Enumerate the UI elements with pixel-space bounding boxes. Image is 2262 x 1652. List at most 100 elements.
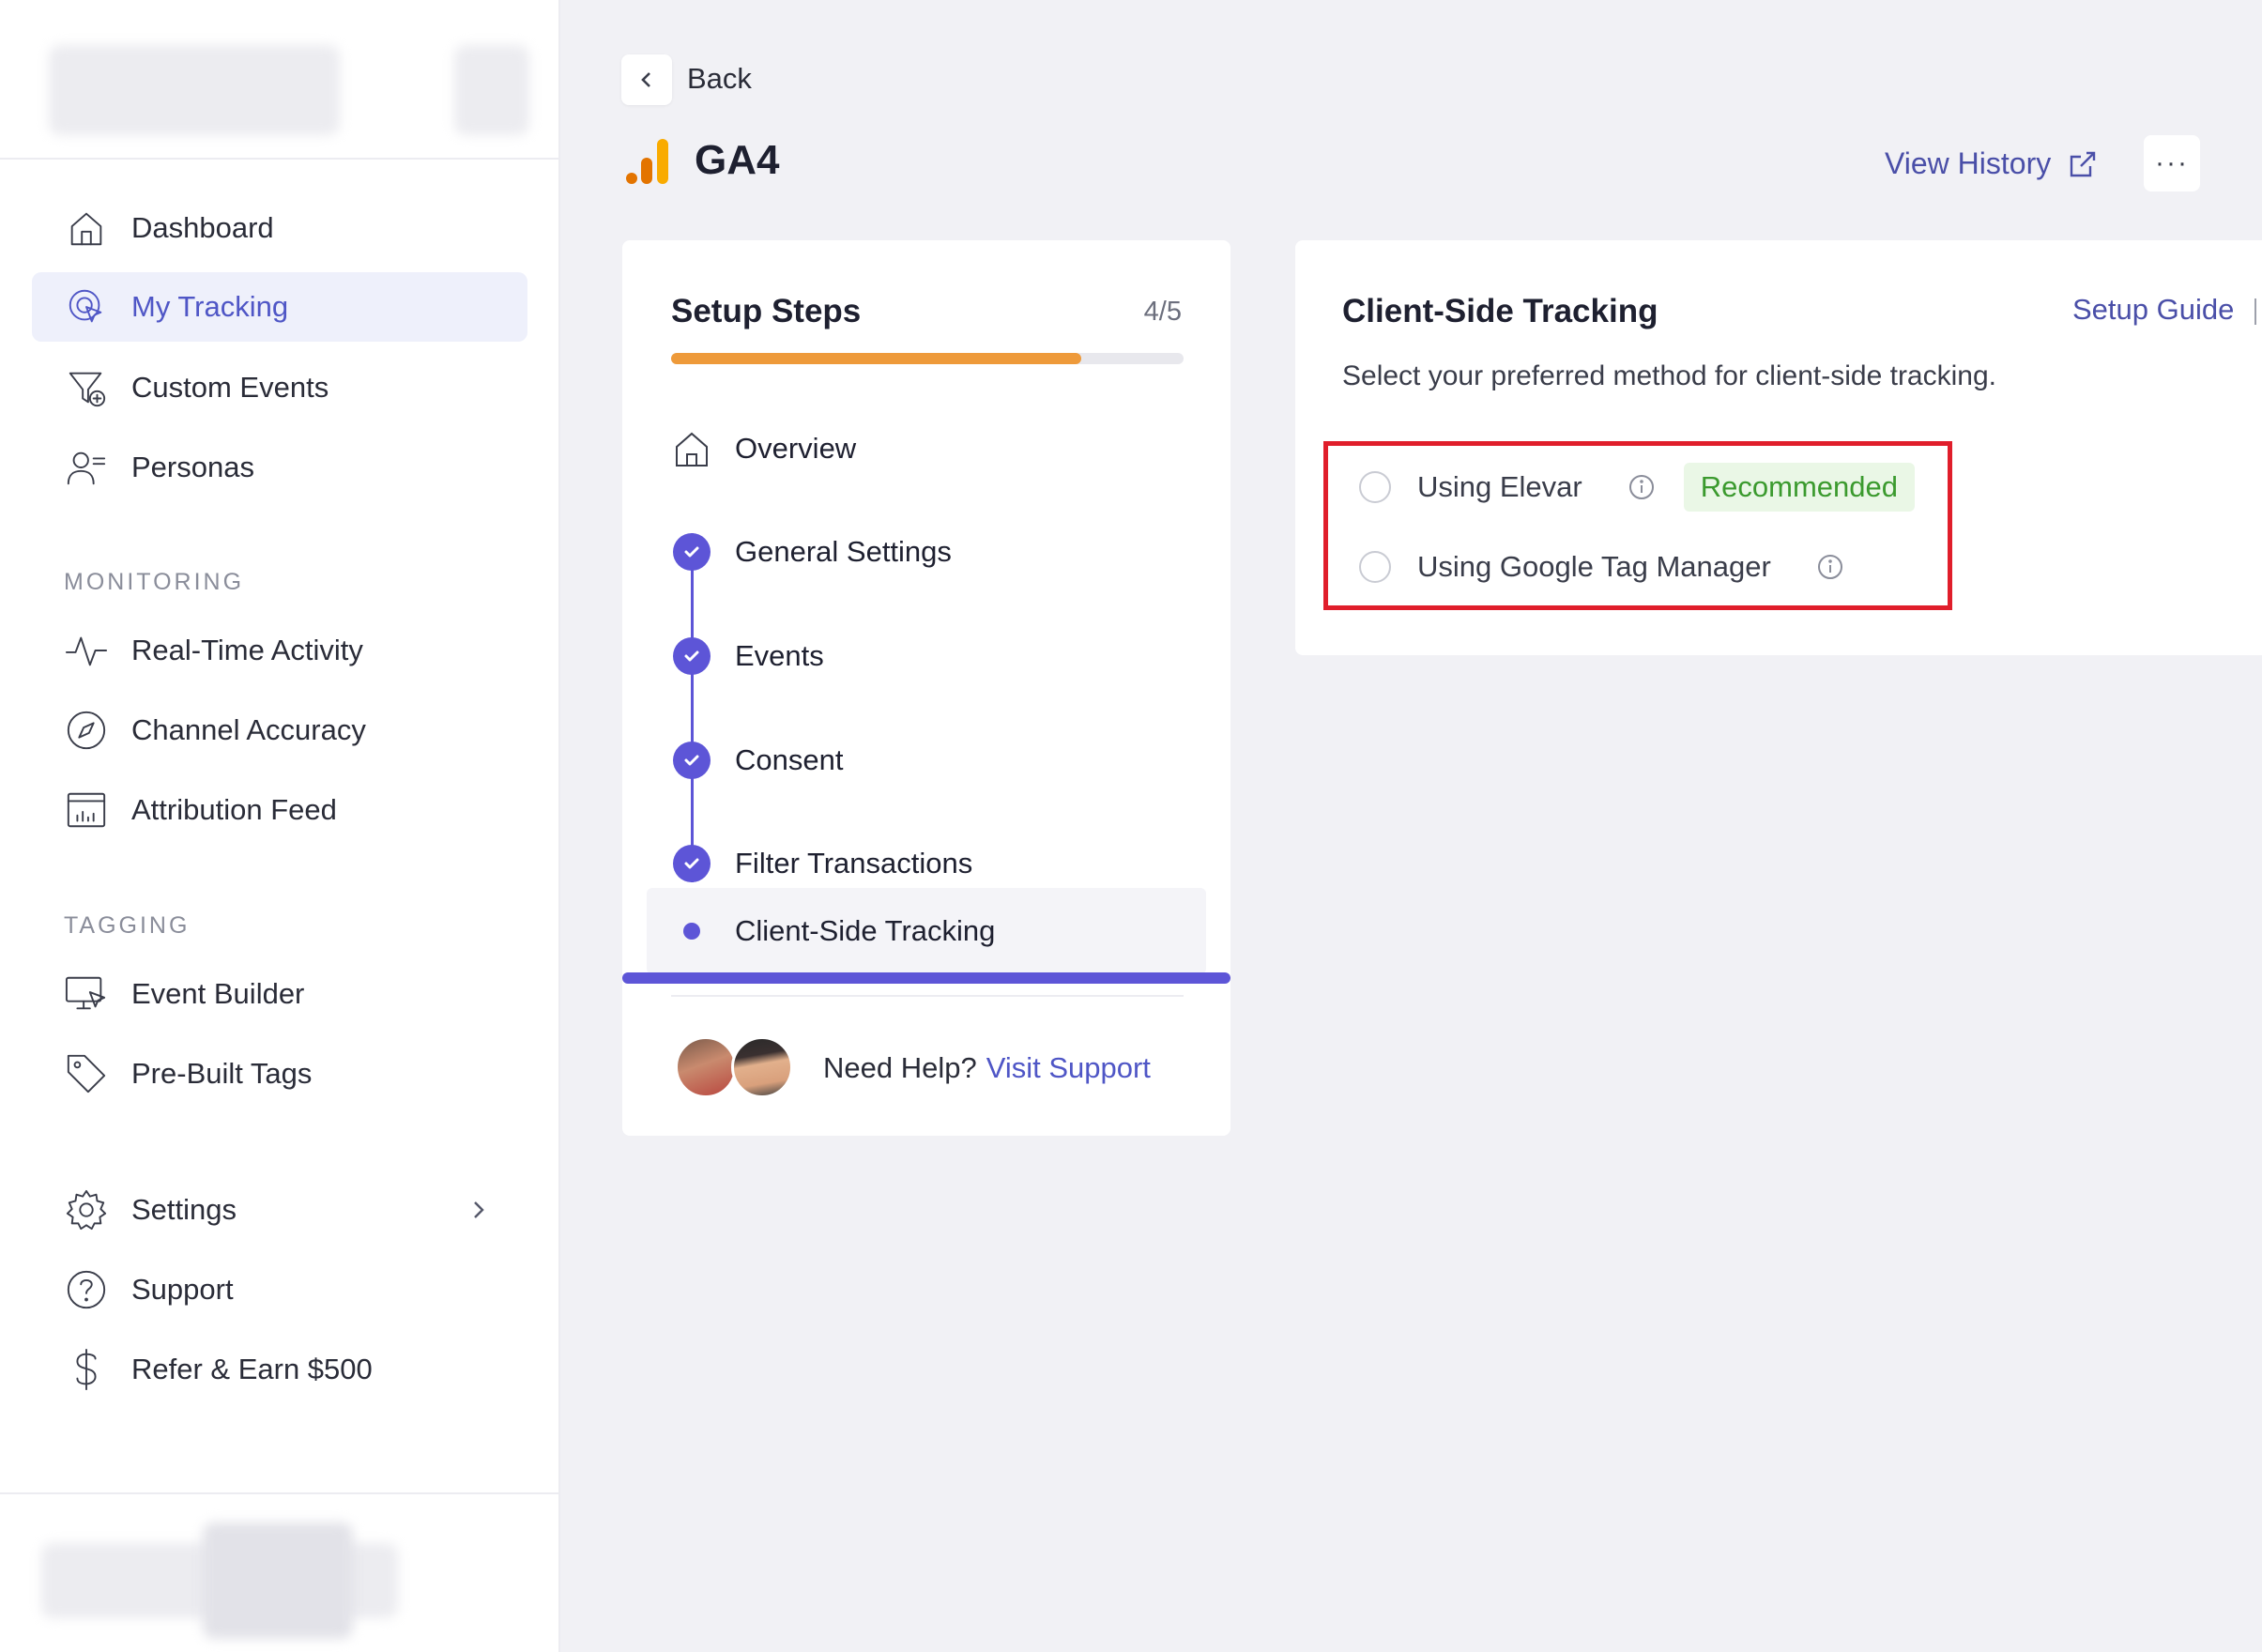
avatar [731, 1036, 793, 1098]
sidebar-item-label: Real-Time Activity [131, 634, 363, 666]
compass-icon [64, 708, 109, 753]
logo-side-placeholder [454, 45, 529, 135]
sidebar-item-custom-events[interactable]: Custom Events [32, 353, 527, 422]
check-icon [673, 845, 711, 882]
account-avatar-placeholder [203, 1522, 353, 1639]
option-label: Using Google Tag Manager [1417, 550, 1771, 583]
dollar-icon [64, 1347, 109, 1392]
steps-divider [671, 995, 1184, 997]
sidebar-item-label: Event Builder [131, 977, 305, 1010]
setup-progress-bar [671, 353, 1184, 364]
need-help-label: Need Help? [823, 1051, 977, 1084]
home-icon [671, 428, 712, 469]
sidebar-item-real-time-activity[interactable]: Real-Time Activity [32, 616, 527, 685]
step-label: Client-Side Tracking [735, 914, 996, 947]
logo-placeholder [49, 45, 340, 135]
back-button[interactable] [621, 54, 672, 105]
support-avatars [675, 1036, 797, 1100]
radio-elevar[interactable] [1359, 471, 1391, 503]
step-consent[interactable]: Consent [622, 723, 1230, 798]
client-side-description: Select your preferred method for client-… [1342, 360, 1996, 391]
step-client-side-tracking[interactable]: Client-Side Tracking [647, 888, 1206, 974]
step-general-settings[interactable]: General Settings [622, 514, 1230, 589]
step-check-marker [671, 531, 712, 573]
sidebar-item-label: Settings [131, 1193, 237, 1226]
setup-steps-card: Setup Steps 4/5 Overview General Setting… [622, 240, 1230, 1136]
sidebar-item-attribution-feed[interactable]: Attribution Feed [32, 775, 527, 845]
funnel-plus-icon [64, 365, 109, 410]
external-link-icon [2071, 151, 2096, 176]
back-label[interactable]: Back [687, 62, 752, 96]
monitor-cursor-icon [64, 971, 109, 1017]
view-history-label: View History [1885, 146, 2052, 180]
sidebar-item-label: Support [131, 1273, 234, 1306]
tracking-icon [64, 284, 109, 329]
sidebar-item-label: Pre-Built Tags [131, 1057, 313, 1090]
sidebar-item-label: Personas [131, 451, 254, 483]
need-help-text: Need Help? Visit Support [823, 1051, 1151, 1085]
sidebar-item-pre-built-tags[interactable]: Pre-Built Tags [32, 1039, 527, 1109]
sidebar: Dashboard My Tracking Custom Events Pers… [0, 0, 560, 1652]
step-check-marker [671, 843, 712, 884]
step-label: Overview [735, 432, 857, 465]
persona-icon [64, 445, 109, 490]
avatar [675, 1036, 737, 1098]
step-events[interactable]: Events [622, 619, 1230, 694]
question-icon [64, 1267, 109, 1312]
chevron-left-icon [641, 72, 650, 87]
sidebar-item-my-tracking[interactable]: My Tracking [32, 272, 527, 342]
step-label: Filter Transactions [735, 847, 973, 880]
sidebar-item-label: Refer & Earn $500 [131, 1353, 373, 1385]
tag-icon [64, 1051, 109, 1096]
sidebar-item-personas[interactable]: Personas [32, 433, 527, 502]
setup-steps-title: Setup Steps [671, 293, 862, 329]
step-current-marker [671, 910, 712, 952]
check-icon [673, 533, 711, 571]
header-divider [2254, 298, 2256, 325]
step-check-marker [671, 740, 712, 781]
option-label: Using Elevar [1417, 470, 1582, 503]
home-icon [64, 206, 109, 251]
sidebar-item-event-builder[interactable]: Event Builder [32, 959, 527, 1029]
recommended-badge: Recommended [1683, 463, 1915, 512]
option-using-elevar[interactable]: Using Elevar Recommended [1359, 463, 1915, 512]
info-icon[interactable] [1628, 473, 1656, 501]
setup-progress-fill [671, 353, 1081, 364]
ga4-logo-icon [626, 139, 668, 184]
step-label: Consent [735, 743, 844, 776]
visit-support-link[interactable]: Visit Support [986, 1051, 1151, 1084]
setup-steps-count: 4/5 [1143, 297, 1182, 327]
setup-guide-link[interactable]: Setup Guide [2072, 293, 2234, 327]
sidebar-item-label: Channel Accuracy [131, 713, 366, 746]
sidebar-item-label: Dashboard [131, 211, 274, 244]
option-using-google-tag-manager[interactable]: Using Google Tag Manager [1359, 543, 1844, 590]
step-label: Events [735, 639, 824, 672]
sidebar-item-label: Attribution Feed [131, 793, 337, 826]
chart-calendar-icon [64, 788, 109, 833]
info-icon[interactable] [1816, 553, 1844, 581]
sidebar-item-label: My Tracking [131, 290, 289, 323]
step-overview[interactable]: Overview [622, 411, 1230, 486]
chevron-right-icon [466, 1197, 492, 1223]
active-step-indicator [622, 972, 1230, 984]
sidebar-item-channel-accuracy[interactable]: Channel Accuracy [32, 696, 527, 765]
gear-icon [64, 1187, 109, 1232]
sidebar-item-label: Custom Events [131, 371, 329, 404]
sidebar-item-support[interactable]: Support [32, 1255, 527, 1324]
more-options-button[interactable]: ··· [2144, 135, 2200, 191]
sidebar-footer-account[interactable] [0, 1492, 560, 1652]
section-label-monitoring: MONITORING [64, 569, 245, 595]
sidebar-item-settings[interactable]: Settings [32, 1175, 527, 1245]
activity-icon [64, 628, 109, 673]
page-title: GA4 [695, 137, 780, 183]
sidebar-item-refer-earn[interactable]: Refer & Earn $500 [32, 1335, 527, 1404]
sidebar-logo-area [0, 0, 560, 160]
check-icon [673, 637, 711, 675]
client-side-tracking-card: Client-Side Tracking Setup Guide Select … [1295, 240, 2262, 655]
step-check-marker [671, 635, 712, 677]
current-dot-icon [683, 923, 700, 940]
radio-gtm[interactable] [1359, 551, 1391, 583]
view-history-link[interactable]: View History [1885, 146, 2098, 181]
check-icon [673, 742, 711, 779]
sidebar-item-dashboard[interactable]: Dashboard [32, 193, 527, 263]
